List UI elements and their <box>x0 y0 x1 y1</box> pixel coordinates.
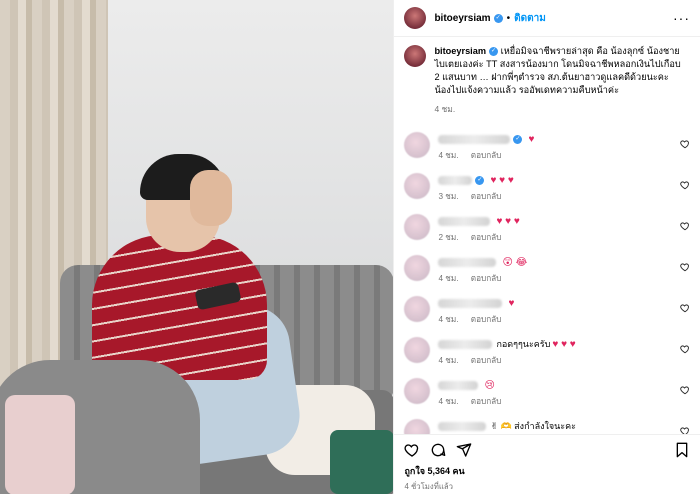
green-bag <box>330 430 394 494</box>
commenter-avatar[interactable] <box>404 296 431 322</box>
verified-icon: ✓ <box>489 47 499 57</box>
person-body <box>92 235 267 380</box>
comment-emoji: ♥ ♥ ♥ <box>552 338 576 350</box>
heart-icon[interactable] <box>404 442 420 458</box>
comment-time: 2 ชม. <box>438 233 459 242</box>
commenter-username[interactable] <box>438 298 503 308</box>
commenter-username[interactable] <box>438 257 497 267</box>
comment-time: 4 ชม. <box>438 397 459 406</box>
commenter-avatar[interactable] <box>404 378 431 404</box>
post-header: bitoeyrsiam ✓ • ติดตาม ··· <box>394 0 700 37</box>
caption-username[interactable]: bitoeyrsiam <box>434 46 486 56</box>
comment-emoji: ♥ ♥ ♥ <box>496 215 520 227</box>
heart-icon[interactable] <box>680 344 690 354</box>
reply-button[interactable]: ตอบกลับ <box>471 274 502 283</box>
pink-bag <box>5 395 75 494</box>
heart-icon[interactable] <box>680 385 690 395</box>
commenter-username[interactable] <box>438 380 479 390</box>
post-panel: bitoeyrsiam ✓ • ติดตาม ··· bitoeyrsiam ✓ … <box>393 0 700 494</box>
comment-item: ✓ ♥ 4 ชม. ตอบกลับ <box>394 130 700 171</box>
heart-icon[interactable] <box>680 221 690 231</box>
comment-item: ♥ 4 ชม. ตอบกลับ <box>394 294 700 335</box>
reply-button[interactable]: ตอบกลับ <box>471 192 502 201</box>
posted-time: 4 ชั่วโมงที่แล้ว <box>404 482 454 491</box>
comment-emoji: ♥ <box>508 297 515 309</box>
comment-time: 4 ชม. <box>438 151 459 160</box>
bookmark-icon[interactable] <box>674 442 690 458</box>
commenter-avatar[interactable] <box>404 337 431 363</box>
comment-item: ✌ 🫶 ส่งกำลังใจนะคะ <box>394 417 700 434</box>
separator-dot: • <box>506 12 511 24</box>
comment-emoji: ♥ ♥ ♥ <box>490 174 514 186</box>
comment-item: 😢 4 ชม. ตอบกลับ <box>394 376 700 417</box>
action-bar <box>404 441 690 459</box>
heart-icon[interactable] <box>680 180 690 190</box>
verified-icon: ✓ <box>493 13 503 23</box>
more-options-icon[interactable]: ··· <box>673 10 690 26</box>
commenter-username[interactable] <box>438 134 511 144</box>
comment-emoji: ♥ <box>528 133 535 145</box>
post-photo[interactable] <box>0 0 394 494</box>
heart-icon[interactable] <box>680 262 690 272</box>
commenter-avatar[interactable] <box>404 173 431 199</box>
heart-icon[interactable] <box>680 303 690 313</box>
share-icon[interactable] <box>456 442 472 458</box>
caption-time: 4 ชม. <box>434 104 456 114</box>
likes-count[interactable]: ถูกใจ 5,364 คน <box>404 464 690 478</box>
commenter-avatar[interactable] <box>404 419 431 434</box>
reply-button[interactable]: ตอบกลับ <box>471 356 502 365</box>
commenter-avatar[interactable] <box>404 255 431 281</box>
reply-button[interactable]: ตอบกลับ <box>471 397 502 406</box>
caption: bitoeyrsiam ✓ เหยื่อมิจฉาชีพรายล่าสุด คือ… <box>394 37 700 116</box>
comment-item: ♥ ♥ ♥ 2 ชม. ตอบกลับ <box>394 212 700 253</box>
comment-item: ✓ ♥ ♥ ♥ 3 ชม. ตอบกลับ <box>394 171 700 212</box>
commenter-username[interactable] <box>438 339 493 349</box>
reply-button[interactable]: ตอบกลับ <box>471 233 502 242</box>
comment-item: 😲 😂 4 ชม. ตอบกลับ <box>394 253 700 294</box>
comment-time: 4 ชม. <box>438 274 459 283</box>
reply-button[interactable]: ตอบกลับ <box>471 151 502 160</box>
comment-time: 4 ชม. <box>438 315 459 324</box>
commenter-username[interactable] <box>438 175 473 185</box>
comment-icon[interactable] <box>430 442 446 458</box>
reply-button[interactable]: ตอบกลับ <box>471 315 502 324</box>
comments-scroll[interactable]: bitoeyrsiam ✓ เหยื่อมิจฉาชีพรายล่าสุด คือ… <box>394 37 700 434</box>
comment-text: กอดๆๆนะครับ <box>496 339 551 349</box>
post-footer: ถูกใจ 5,364 คน 4 ชั่วโมงที่แล้ว <box>394 434 700 494</box>
comment-emoji: 😢 <box>484 379 495 391</box>
commenter-avatar[interactable] <box>404 132 431 158</box>
comment-emoji: 😲 😂 <box>502 256 528 268</box>
commenter-username[interactable] <box>438 421 487 431</box>
person-hand <box>190 170 232 226</box>
heart-icon[interactable] <box>680 139 690 149</box>
caption-avatar[interactable] <box>404 45 427 67</box>
username[interactable]: bitoeyrsiam <box>434 13 490 24</box>
comment-time: 3 ชม. <box>438 192 459 201</box>
commenter-avatar[interactable] <box>404 214 431 240</box>
heart-icon[interactable] <box>680 426 690 434</box>
comment-item: กอดๆๆนะครับ ♥ ♥ ♥ 4 ชม. ตอบกลับ <box>394 335 700 376</box>
avatar[interactable] <box>404 7 427 29</box>
comment-text: ✌ 🫶 ส่งกำลังใจนะคะ <box>490 421 576 431</box>
verified-icon: ✓ <box>513 134 523 144</box>
verified-icon: ✓ <box>475 175 485 185</box>
comment-time: 4 ชม. <box>438 356 459 365</box>
follow-button[interactable]: ติดตาม <box>514 11 546 26</box>
commenter-username[interactable] <box>438 216 491 226</box>
